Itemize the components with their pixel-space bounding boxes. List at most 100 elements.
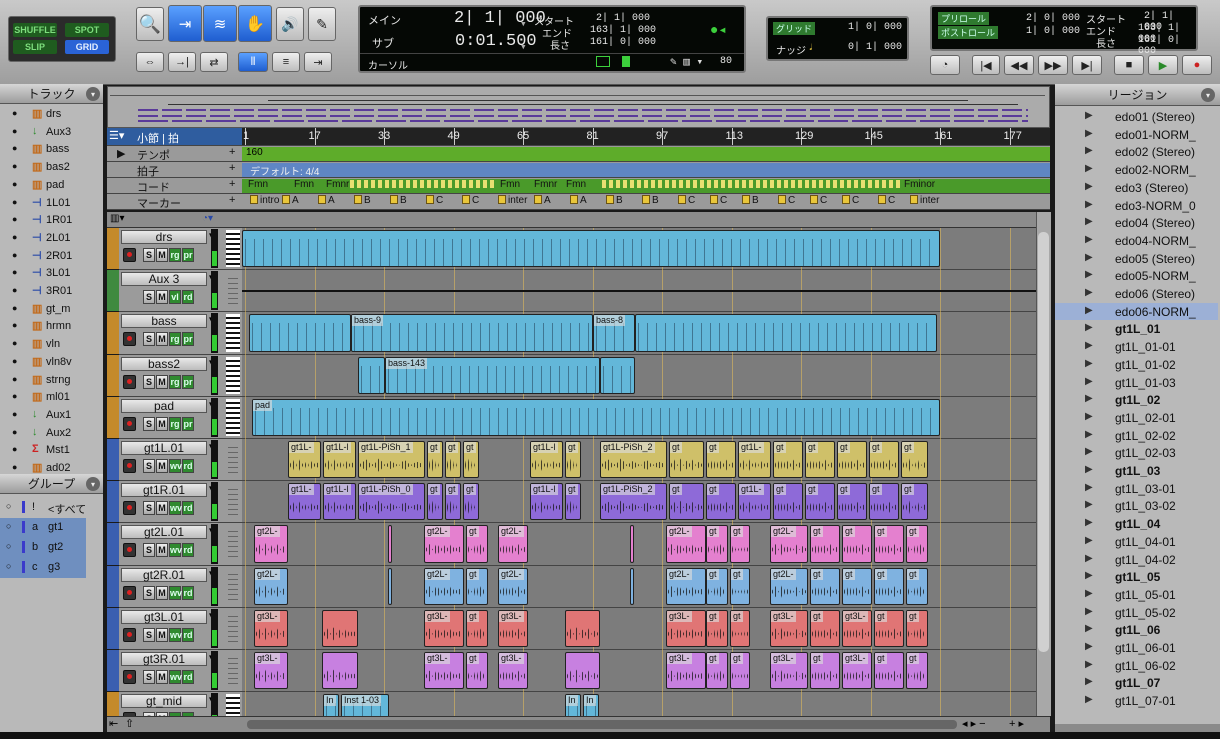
track-header[interactable]: bass2▾SMrgpr bbox=[119, 354, 242, 397]
region-list-item[interactable]: ▶ gt1L_02-02 bbox=[1055, 427, 1218, 445]
pencil-line-icon[interactable]: ✎ ▥ ▾ bbox=[670, 55, 703, 69]
expand-arrow-icon[interactable]: ▶ bbox=[1085, 606, 1093, 617]
slip-mode-button[interactable]: SLIP bbox=[13, 40, 57, 54]
solo-button[interactable]: S bbox=[143, 374, 155, 389]
chord-ruler[interactable]: コード + Fmn Fmn Fmnr Fmn Fmnr Fmn Fminor bbox=[107, 178, 1050, 194]
clip[interactable] bbox=[630, 567, 634, 605]
track-view-button[interactable]: rd bbox=[182, 501, 194, 516]
clip[interactable]: gt bbox=[874, 525, 904, 563]
expand-arrow-icon[interactable]: ▶ bbox=[1085, 163, 1093, 174]
clip[interactable]: pad bbox=[252, 398, 940, 436]
expand-arrow-icon[interactable]: ▶ bbox=[1085, 322, 1093, 333]
add-marker-icon[interactable]: + bbox=[229, 194, 235, 206]
pencil-tool-button[interactable]: ✎ bbox=[308, 7, 336, 41]
solo-button[interactable]: S bbox=[143, 416, 155, 431]
meter-ruler[interactable]: 拍子 + デフォルト: 4/4 bbox=[107, 162, 1050, 178]
marker-label[interactable]: C bbox=[678, 195, 695, 209]
fast-forward-button[interactable]: ▶▶ bbox=[1038, 55, 1068, 75]
clip[interactable]: gt bbox=[810, 609, 840, 647]
clip[interactable]: gt1L-PiSh_2 bbox=[600, 441, 667, 479]
clip[interactable]: gt1L-PiSh_0 bbox=[358, 483, 425, 521]
track-lane[interactable]: bass-143 bbox=[242, 354, 1036, 397]
bars-ruler[interactable]: ☰▾ 小節 | 拍 1 17 33 49 65 81 97 113 129 145 161 177 bbox=[107, 128, 1050, 146]
expand-arrow-icon[interactable]: ▶ bbox=[1085, 623, 1093, 634]
track-lane[interactable]: pad bbox=[242, 396, 1036, 439]
track-view-button[interactable]: pr bbox=[182, 248, 194, 262]
record-enable-button[interactable] bbox=[123, 332, 136, 347]
add-meter-icon[interactable]: + bbox=[229, 162, 235, 174]
marker-label[interactable]: A bbox=[318, 195, 335, 209]
clip[interactable]: gt3L- bbox=[842, 609, 872, 647]
expand-arrow-icon[interactable]: ▶ bbox=[1085, 234, 1093, 245]
track-view-button[interactable]: wv bbox=[169, 670, 182, 684]
clip[interactable]: gt bbox=[906, 567, 928, 605]
marker-label[interactable]: B bbox=[642, 195, 659, 209]
clip[interactable]: gt bbox=[669, 483, 704, 521]
clip[interactable]: gt1L-l bbox=[530, 441, 563, 479]
expand-arrow-icon[interactable]: ▶ bbox=[1085, 659, 1093, 670]
clip[interactable]: gt bbox=[466, 525, 488, 563]
clip[interactable]: gt3L- bbox=[424, 652, 464, 690]
track-list-item[interactable]: ● ▥ bass bbox=[0, 141, 102, 159]
grid-mode-button[interactable]: GRID bbox=[65, 40, 109, 54]
track-name[interactable]: gt_mid bbox=[121, 694, 207, 709]
expand-arrow-icon[interactable]: ▶ bbox=[1085, 535, 1093, 546]
region-list-item[interactable]: ▶ edo02 (Stereo) bbox=[1055, 143, 1218, 161]
vertical-scrollbar[interactable] bbox=[1036, 212, 1051, 716]
clip[interactable]: gt1L-PiSh_1 bbox=[358, 441, 425, 479]
track-list-item[interactable]: ● ▥ bas2 bbox=[0, 159, 102, 177]
clip[interactable]: gt bbox=[810, 652, 840, 690]
clip[interactable]: gt bbox=[810, 567, 840, 605]
solo-button[interactable]: S bbox=[143, 627, 155, 642]
track-lane[interactable]: gt1L-gt1L-l gt1L-PiSh_1 gt gt gt gt1L-l gt gt1L… bbox=[242, 439, 1036, 482]
ruler-menu-icon[interactable]: ☰▾ bbox=[109, 129, 124, 142]
return-to-zero-button[interactable]: |◀ bbox=[972, 55, 1000, 75]
clip[interactable]: gt1L-l bbox=[323, 441, 356, 479]
clip[interactable]: gt bbox=[874, 567, 904, 605]
stop-button[interactable]: ■ bbox=[1114, 55, 1144, 75]
record-enable-button[interactable] bbox=[123, 670, 136, 684]
expand-arrow-icon[interactable]: ▶ bbox=[1085, 553, 1093, 564]
clip[interactable]: gt2L- bbox=[424, 567, 464, 605]
marker-label[interactable]: C bbox=[710, 195, 727, 209]
region-list-item[interactable]: ▶ edo3 (Stereo) bbox=[1055, 179, 1218, 197]
chord-label[interactable]: Fmnr bbox=[326, 179, 349, 193]
track-name[interactable]: drs bbox=[121, 230, 207, 244]
solo-button[interactable]: S bbox=[143, 248, 155, 262]
clip[interactable]: gt2L- bbox=[424, 525, 464, 563]
clip[interactable]: gt bbox=[901, 441, 928, 479]
clip[interactable]: gt2L- bbox=[770, 567, 808, 605]
region-list-item[interactable]: ▶ gt1L_01-02 bbox=[1055, 356, 1218, 374]
track-list-item[interactable]: ● ▥ drs bbox=[0, 106, 102, 124]
mute-button[interactable]: M bbox=[156, 459, 168, 473]
track-name[interactable]: bass2 bbox=[121, 356, 207, 371]
track-lane[interactable]: gt2L-gt2L-gt gt2L-gt2L-gt gt gt2L-gt gt gt gt bbox=[242, 523, 1036, 566]
track-name[interactable]: gt3L.01 bbox=[121, 609, 207, 624]
visibility-dot-icon[interactable]: ● bbox=[12, 108, 17, 118]
clip[interactable]: gt bbox=[906, 652, 928, 690]
solo-button[interactable]: S bbox=[143, 459, 155, 473]
rewind-button[interactable]: ◀◀ bbox=[1004, 55, 1034, 75]
expand-arrow-icon[interactable]: ▶ bbox=[1085, 641, 1093, 652]
record-enable-button[interactable] bbox=[123, 627, 136, 642]
mute-button[interactable]: M bbox=[156, 627, 168, 642]
record-enable-button[interactable] bbox=[123, 374, 136, 389]
clip[interactable]: gt bbox=[869, 483, 899, 521]
clip[interactable]: gt bbox=[869, 441, 899, 479]
chord-label[interactable]: Fmn bbox=[248, 179, 268, 193]
region-list-item[interactable]: ▶ edo04-NORM_ bbox=[1055, 232, 1218, 250]
record-enable-button[interactable] bbox=[123, 543, 136, 558]
expand-arrow-icon[interactable]: ▶ bbox=[1085, 199, 1093, 210]
add-tempo-icon[interactable]: + bbox=[229, 146, 235, 158]
marker-label[interactable]: inter bbox=[910, 195, 939, 209]
track-view-button[interactable]: vl bbox=[169, 290, 181, 305]
clip[interactable] bbox=[565, 609, 600, 647]
clip[interactable]: gt2L- bbox=[498, 567, 528, 605]
track-view-button[interactable]: rd bbox=[182, 670, 194, 684]
grabber-tool-button[interactable]: ✋ bbox=[238, 5, 272, 42]
marker-label[interactable]: C bbox=[426, 195, 443, 209]
marker-label[interactable]: C bbox=[810, 195, 827, 209]
track-view-button[interactable]: pr bbox=[182, 374, 194, 389]
track-name[interactable]: gt3R.01 bbox=[121, 652, 207, 666]
grid-label[interactable]: グリッド bbox=[773, 22, 816, 35]
